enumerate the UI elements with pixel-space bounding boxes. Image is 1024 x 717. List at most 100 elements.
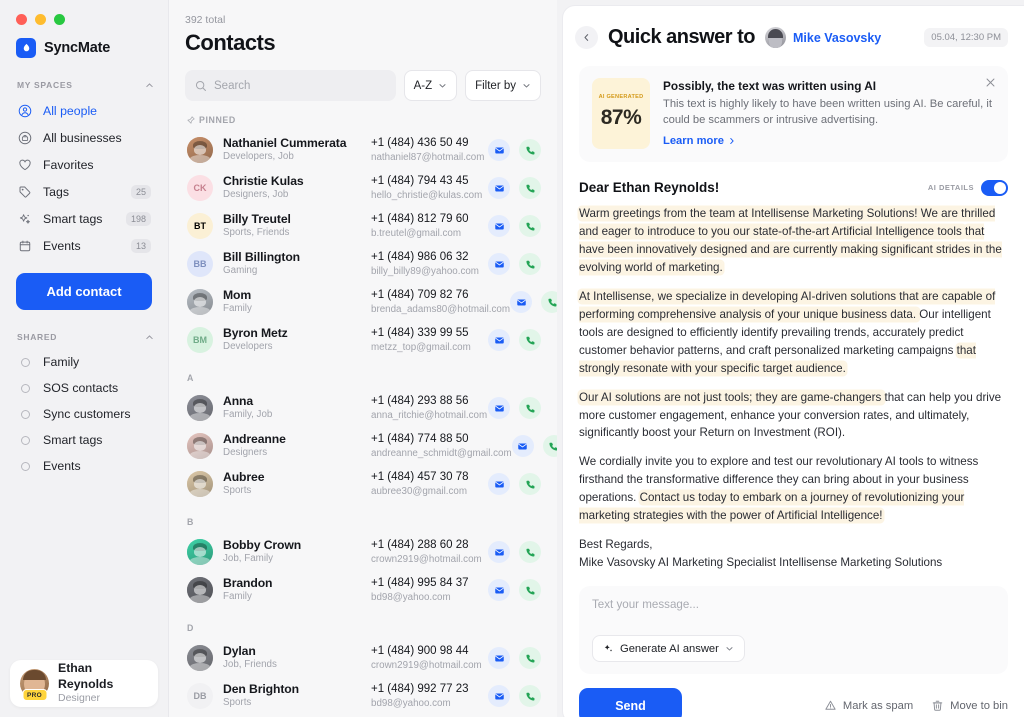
chevron-up-icon[interactable] (145, 333, 154, 342)
mail-icon[interactable] (488, 541, 510, 563)
phone-icon[interactable] (519, 329, 541, 351)
phone-icon[interactable] (519, 139, 541, 161)
contact-row[interactable]: CK Christie Kulas Designers, Job +1 (484) 7… (169, 169, 557, 207)
close-window-button[interactable] (16, 14, 27, 25)
contact-row[interactable]: Nathaniel Cummerata Developers, Job +1 (48… (169, 131, 557, 169)
contact-email: b.treutel@gmail.com (371, 227, 461, 239)
message-timestamp: 05.04, 12:30 PM (924, 28, 1008, 47)
ai-details-toggle-group[interactable]: AI DETAILS (928, 179, 1008, 196)
sidebar-item-favorites[interactable]: Favorites (8, 151, 160, 178)
sidebar-item-shared-smart-tags[interactable]: Smart tags (8, 427, 160, 453)
my-spaces-header[interactable]: MY SPACES (0, 58, 168, 97)
contacts-group-label: PINNED (169, 101, 557, 131)
sidebar-item-all-businesses[interactable]: All businesses (8, 124, 160, 151)
mail-icon[interactable] (510, 291, 533, 313)
filter-by-button[interactable]: Filter by (465, 70, 541, 101)
close-icon[interactable] (985, 77, 996, 88)
sidebar-item-sync-customers[interactable]: Sync customers (8, 401, 160, 427)
window-controls[interactable] (0, 0, 168, 25)
sidebar-item-sos-contacts[interactable]: SOS contacts (8, 375, 160, 401)
recipient-chip[interactable]: Mike Vasovsky (765, 27, 881, 48)
contact-row[interactable]: Anna Family, Job +1 (484) 293 88 56 anna_ri… (169, 389, 557, 427)
phone-icon[interactable] (519, 215, 541, 237)
phone-icon[interactable] (519, 177, 541, 199)
mail-icon[interactable] (488, 473, 510, 495)
contact-row[interactable]: Brandon Family +1 (484) 995 84 37 bd98@yaho… (169, 571, 557, 609)
sidebar-item-events[interactable]: Events 13 (8, 232, 160, 259)
contact-actions (488, 253, 541, 275)
back-button[interactable] (575, 26, 598, 49)
contact-row[interactable]: BM Byron Metz Developers +1 (484) 339 99 55… (169, 321, 557, 359)
contact-identity: Mom Family (223, 288, 371, 316)
mail-icon[interactable] (488, 253, 510, 275)
message-composer[interactable]: Text your message... Generate AI answer (579, 586, 1008, 674)
ai-details-toggle[interactable] (981, 179, 1008, 196)
mail-icon[interactable] (511, 435, 534, 457)
composer-placeholder[interactable]: Text your message... (592, 598, 995, 611)
add-contact-button[interactable]: Add contact (16, 273, 152, 310)
sidebar-item-all-people[interactable]: All people (8, 97, 160, 124)
contact-row[interactable]: DB Den Brighton Sports +1 (484) 992 77 23 bd… (169, 677, 557, 715)
mail-icon[interactable] (488, 177, 510, 199)
phone-icon[interactable] (519, 647, 541, 669)
filter-by-label: Filter by (475, 79, 516, 92)
contact-row[interactable]: Bobby Crown Job, Family +1 (484) 288 60 28… (169, 533, 557, 571)
search-icon (195, 80, 207, 92)
sidebar-item-tags[interactable]: Tags 25 (8, 178, 160, 205)
sort-az-button[interactable]: A-Z (403, 70, 458, 101)
phone-icon[interactable] (519, 473, 541, 495)
mail-icon[interactable] (488, 139, 510, 161)
contact-phone: +1 (484) 709 82 76 (371, 288, 469, 301)
circle-outline-icon (17, 406, 33, 422)
sidebar-item-family[interactable]: Family (8, 349, 160, 375)
contact-details: +1 (484) 339 99 55 metzz_top@gmail.com (371, 326, 488, 354)
contact-row[interactable]: Aubree Sports +1 (484) 457 30 78 aubree30@g… (169, 465, 557, 503)
phone-icon[interactable] (519, 685, 541, 707)
mail-icon[interactable] (488, 397, 510, 419)
contact-row[interactable]: Andreanne Designers +1 (484) 774 88 50 andr… (169, 427, 557, 465)
current-user-card[interactable]: PRO Ethan Reynolds Designer (10, 660, 158, 707)
mail-icon[interactable] (488, 215, 510, 237)
sidebar-item-smart-tags[interactable]: Smart tags 198 (8, 205, 160, 232)
mail-icon[interactable] (488, 579, 510, 601)
contact-details: +1 (484) 986 06 32 billy_billy89@yahoo.co… (371, 250, 488, 278)
pro-badge: PRO (22, 689, 47, 701)
recipient-name[interactable]: Mike Vasovsky (793, 31, 881, 45)
phone-icon[interactable] (519, 579, 541, 601)
learn-more-link[interactable]: Learn more (663, 135, 736, 147)
phone-icon[interactable] (519, 397, 541, 419)
app-brand: SyncMate (0, 25, 168, 58)
search-box[interactable] (185, 70, 396, 101)
generate-ai-answer-button[interactable]: Generate AI answer (592, 635, 745, 662)
shared-header[interactable]: SHARED (0, 310, 168, 349)
pin-icon (187, 116, 195, 124)
mail-icon[interactable] (488, 685, 510, 707)
contacts-list[interactable]: PINNED Nathaniel Cummerata Developers, Job… (169, 101, 557, 717)
contact-phone: +1 (484) 436 50 49 (371, 136, 469, 149)
detail-header: Quick answer to Mike Vasovsky 05.04, 12:… (563, 6, 1024, 49)
mail-icon[interactable] (488, 647, 510, 669)
phone-icon[interactable] (542, 435, 557, 457)
mark-as-spam-button[interactable]: Mark as spam (824, 699, 913, 712)
maximize-window-button[interactable] (54, 14, 65, 25)
contact-name: Bobby Crown (223, 538, 302, 552)
send-button[interactable]: Send (579, 688, 682, 717)
ai-card-body: Possibly, the text was written using AI … (663, 78, 995, 149)
contact-tags: Developers, Job (223, 151, 294, 163)
search-input[interactable] (214, 79, 386, 92)
contact-row[interactable]: BB Bill Billington Gaming +1 (484) 986 06 3… (169, 245, 557, 283)
contact-row[interactable]: Dylan Job, Friends +1 (484) 900 98 44 crown… (169, 639, 557, 677)
contact-tags: Sports (223, 697, 252, 709)
avatar (187, 395, 213, 421)
sidebar-item-shared-events[interactable]: Events (8, 453, 160, 479)
phone-icon[interactable] (519, 253, 541, 275)
contact-row[interactable]: Mom Family +1 (484) 709 82 76 brenda_adams8… (169, 283, 557, 321)
phone-icon[interactable] (541, 291, 557, 313)
chevron-up-icon[interactable] (145, 81, 154, 90)
minimize-window-button[interactable] (35, 14, 46, 25)
phone-icon[interactable] (519, 541, 541, 563)
mail-icon[interactable] (488, 329, 510, 351)
contact-row[interactable]: BT Billy Treutel Sports, Friends +1 (484) 8… (169, 207, 557, 245)
sidebar-item-label: Family (43, 355, 80, 369)
move-to-bin-button[interactable]: Move to bin (931, 699, 1008, 712)
